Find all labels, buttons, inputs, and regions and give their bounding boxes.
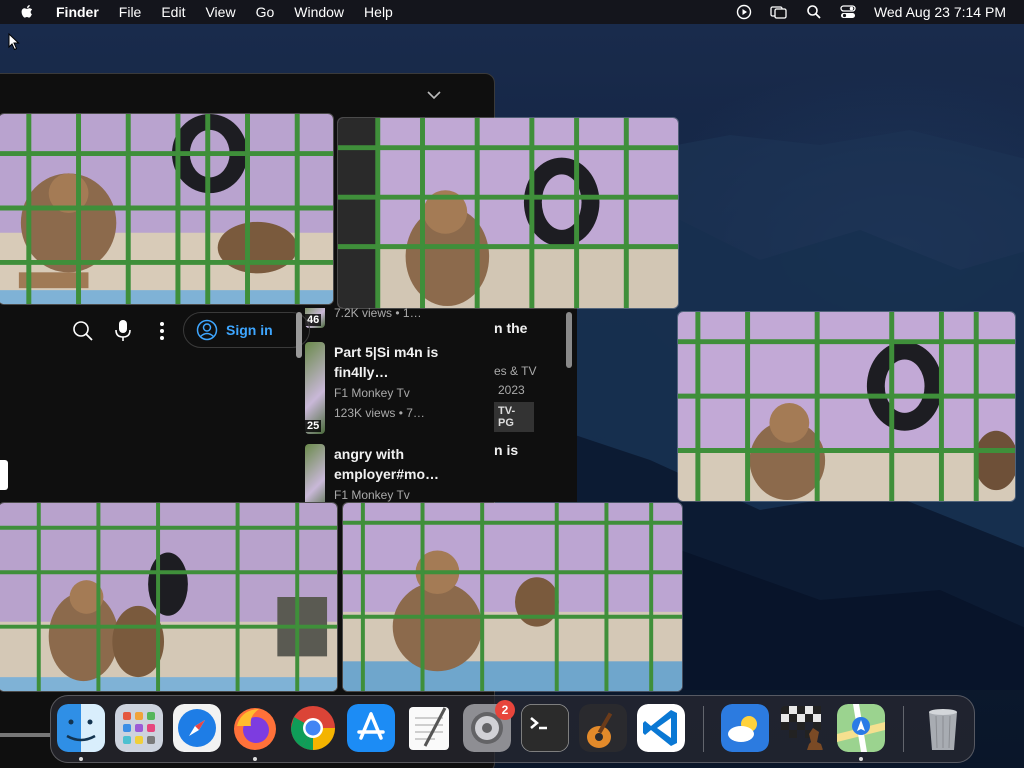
terminal-icon[interactable]: [521, 704, 569, 752]
user-account-icon: [196, 319, 218, 341]
list-item[interactable]: 25 Part 5|Si m4n is fin4lly… F1 Monkey T…: [305, 342, 484, 434]
window-edge: [0, 460, 8, 490]
running-indicator: [859, 757, 863, 761]
video-title-peek[interactable]: n the: [494, 320, 527, 336]
monkey-video-frame-1[interactable]: [0, 113, 334, 305]
content-rating-badge: TV-PG: [494, 402, 534, 432]
video-thumbnail[interactable]: 25: [305, 342, 325, 434]
menu-bar-clock[interactable]: Wed Aug 23 7:14 PM: [874, 4, 1006, 20]
vscode-icon[interactable]: [637, 704, 685, 752]
more-options-icon[interactable]: [159, 320, 165, 342]
window-edge: [0, 733, 50, 737]
monkey-video-frame-2[interactable]: [337, 117, 679, 309]
video-stats: 7.2K views • 1…: [334, 308, 422, 320]
dock-separator: [703, 706, 704, 752]
trash-icon[interactable]: [919, 704, 967, 752]
dock-separator: [903, 706, 904, 752]
menu-bar: Finder File Edit View Go Window Help Wed…: [0, 0, 1024, 24]
sign-in-label: Sign in: [226, 322, 273, 338]
youtube-toolbar: Sign in: [0, 308, 310, 353]
mouse-pointer-icon: [8, 33, 20, 51]
list-item[interactable]: 46 7.2K views • 1…: [305, 308, 484, 328]
spotlight-search-icon[interactable]: [806, 4, 822, 20]
related-videos-panel: 46 7.2K views • 1… 25 Part 5|Si m4n is f…: [305, 308, 577, 502]
video-stats: 123K views • 7…: [334, 406, 425, 420]
menu-window[interactable]: Window: [294, 4, 344, 20]
control-center-icon[interactable]: [840, 4, 856, 20]
launchpad-icon[interactable]: [115, 704, 163, 752]
video-channel[interactable]: F1 Monkey Tv: [334, 384, 484, 402]
screen-mirroring-icon[interactable]: [770, 4, 788, 20]
video-title[interactable]: Part 5|Si m4n is fin4lly…: [334, 342, 484, 382]
apple-icon[interactable]: [18, 3, 36, 21]
menu-file[interactable]: File: [119, 4, 142, 20]
menu-help[interactable]: Help: [364, 4, 393, 20]
video-thumbnail[interactable]: [305, 444, 325, 502]
video-duration: 25: [305, 420, 322, 432]
weather-icon[interactable]: [721, 704, 769, 752]
video-year-peek: 2023: [498, 383, 525, 397]
video-channel[interactable]: F1 Monkey Tv: [334, 486, 484, 502]
scrollbar-thumb[interactable]: [566, 312, 572, 368]
safari-icon[interactable]: [173, 704, 221, 752]
scrollbar-thumb[interactable]: [296, 312, 302, 358]
monkey-video-frame-5[interactable]: [342, 502, 683, 692]
chevron-down-icon[interactable]: [427, 90, 441, 100]
list-item[interactable]: angry with employer#mo… F1 Monkey Tv: [305, 444, 484, 502]
menu-app-name[interactable]: Finder: [56, 4, 99, 20]
app-store-icon[interactable]: [347, 704, 395, 752]
monkey-video-frame-4[interactable]: [0, 502, 338, 692]
microphone-icon[interactable]: [114, 319, 132, 343]
screen-recording-icon[interactable]: [736, 4, 752, 20]
menu-view[interactable]: View: [205, 4, 235, 20]
menu-go[interactable]: Go: [256, 4, 275, 20]
chrome-icon[interactable]: [289, 704, 337, 752]
search-icon[interactable]: [72, 320, 94, 342]
video-title[interactable]: angry with employer#mo…: [334, 444, 484, 484]
firefox-icon[interactable]: [231, 704, 279, 752]
monkey-video-frame-3[interactable]: [677, 311, 1016, 502]
video-title-peek[interactable]: n is: [494, 442, 518, 458]
maps-icon[interactable]: [837, 704, 885, 752]
sign-in-button[interactable]: Sign in: [183, 312, 310, 348]
chess-icon[interactable]: [779, 704, 827, 752]
finder-icon[interactable]: [57, 704, 105, 752]
garageband-icon[interactable]: [579, 704, 627, 752]
menu-edit[interactable]: Edit: [161, 4, 185, 20]
video-meta-peek: es & TV: [494, 364, 537, 378]
notification-badge: 2: [495, 700, 515, 720]
running-indicator: [79, 757, 83, 761]
textedit-icon[interactable]: [405, 704, 453, 752]
running-indicator: [253, 757, 257, 761]
